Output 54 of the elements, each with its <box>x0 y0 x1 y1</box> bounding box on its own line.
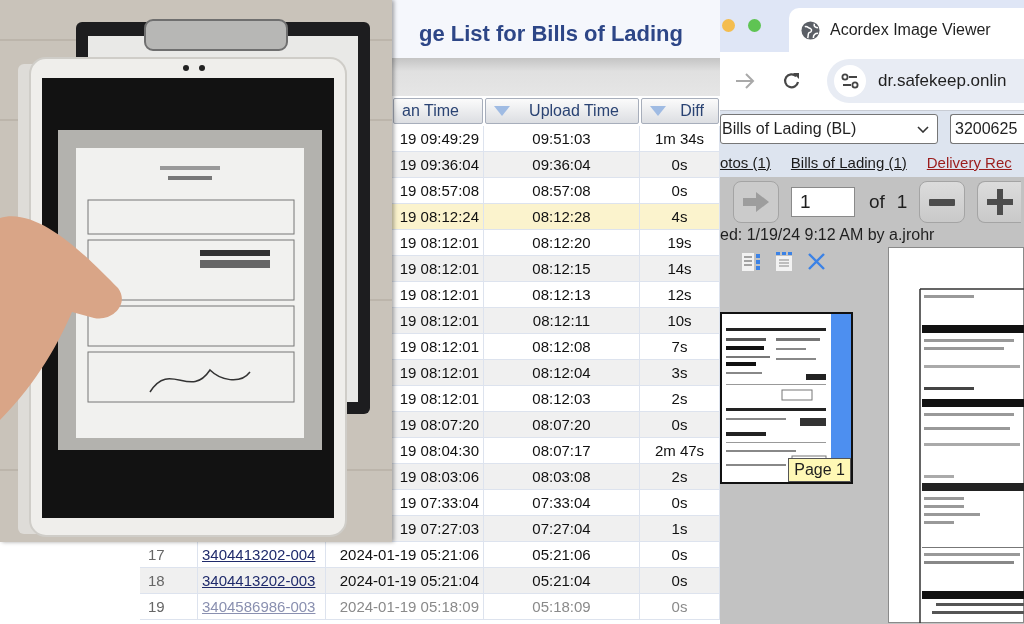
table-row[interactable]: 17 3404413202-004 2024-01-19 05:21:06 05:21:06 0s <box>140 542 720 568</box>
table-row[interactable]: 19 08:07:20 08:07:20 0s <box>392 412 720 438</box>
reload-icon[interactable] <box>782 71 802 91</box>
table-row[interactable]: 19 08:04:30 08:07:17 2m 47s <box>392 438 720 464</box>
document-type-select[interactable]: Bills of Lading (BL) <box>720 114 938 144</box>
browser-tab[interactable]: Acordex Image Viewer <box>789 8 1024 52</box>
maximize-icon[interactable] <box>748 19 761 32</box>
page-total: 1 <box>896 191 908 213</box>
table-row[interactable]: 19 07:27:03 07:27:04 1s <box>392 516 720 542</box>
column-header[interactable]: Upload Time <box>485 98 639 124</box>
table-row[interactable]: 19 08:12:01 08:12:15 14s <box>392 256 720 282</box>
table-row[interactable]: 18 3404413202-003 2024-01-19 05:21:04 05:21:04 0s <box>140 568 720 594</box>
category-link[interactable]: Delivery Rec <box>926 153 1012 171</box>
page-number-field[interactable]: 1 <box>791 187 855 217</box>
table-row[interactable]: 19 08:03:06 08:03:08 2s <box>392 464 720 490</box>
table-row[interactable]: 19 08:12:01 08:12:03 2s <box>392 386 720 412</box>
scan-info-text: ed: 1/19/24 9:12 AM by a.jrohr <box>720 225 936 245</box>
list-icon[interactable] <box>742 252 760 271</box>
document-icon[interactable] <box>776 252 792 271</box>
category-link[interactable]: Bills of Lading (1) <box>790 153 907 171</box>
minus-icon <box>929 198 956 206</box>
category-link[interactable]: otos (1) <box>720 153 771 171</box>
globe-icon <box>801 20 820 40</box>
table-row[interactable]: 19 08:12:01 08:12:20 19s <box>392 230 720 256</box>
caret-icon <box>917 125 929 133</box>
image-id-link[interactable]: 3404413202-004 <box>202 546 316 563</box>
table-row[interactable]: 19 08:12:24 08:12:28 4s <box>392 204 720 230</box>
table-cell: 05:18:09 <box>484 594 640 620</box>
sliders-icon[interactable] <box>834 65 866 97</box>
address-bar[interactable]: dr.safekeep.onlin <box>827 59 1024 103</box>
search-field[interactable]: 3200625 <box>950 114 1024 144</box>
close-icon[interactable] <box>808 253 825 270</box>
plus-button[interactable] <box>977 181 1022 223</box>
table-row[interactable]: 19 07:33:04 07:33:04 0s <box>392 490 720 516</box>
image-id-link[interactable]: 3404413202-003 <box>202 572 316 589</box>
page-label: Page 1 <box>788 458 851 482</box>
table-row[interactable]: 19 09:49:29 09:51:03 1m 34s <box>392 126 720 152</box>
plus-icon <box>986 189 1013 215</box>
table-row[interactable]: 19 08:12:01 08:12:13 12s <box>392 282 720 308</box>
table-row[interactable]: 19 3404586986-003 2024-01-19 05:18:09 05:18:09 0s <box>140 594 720 620</box>
page-of-label: of <box>869 191 885 213</box>
page-thumbnail[interactable]: Page 1 <box>720 312 853 484</box>
table-row[interactable]: 19 08:12:01 08:12:04 3s <box>392 360 720 386</box>
table-row[interactable]: 19 08:12:01 08:12:08 7s <box>392 334 720 360</box>
table-row[interactable]: 19 08:12:01 08:12:11 10s <box>392 308 720 334</box>
column-header[interactable]: Diff <box>641 98 719 124</box>
table-cell: 2024-01-19 05:18:09 <box>326 594 484 620</box>
table-row[interactable]: 19 08:57:08 08:57:08 0s <box>392 178 720 204</box>
page-title: ge List for Bills of Lading <box>419 21 683 47</box>
table-cell: 19 <box>140 594 198 620</box>
column-header[interactable]: an Time <box>393 98 483 124</box>
table-row[interactable]: 19 09:36:04 09:36:04 0s <box>392 152 720 178</box>
minus-button[interactable] <box>919 181 966 223</box>
right-arrow-icon <box>743 192 769 212</box>
